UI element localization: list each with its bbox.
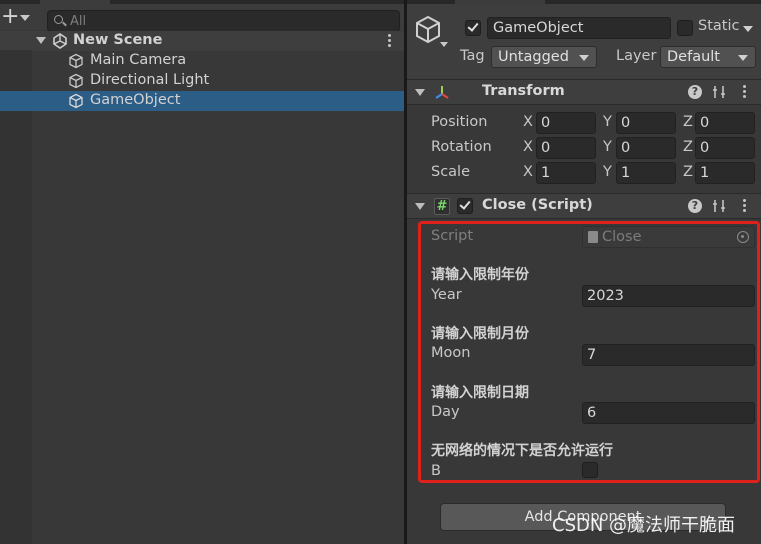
component-menu-icon[interactable] [743,85,747,99]
rotation-x-field[interactable]: 0 [536,137,596,159]
transform-axes-icon [435,86,449,99]
highlight-box [418,221,760,483]
scene-row[interactable]: New Scene [0,31,404,51]
checkmark-icon [467,20,479,32]
watermark: CSDN @魔法师干脆面 [552,515,736,536]
axis-y-label[interactable]: Y [603,114,612,130]
gameobject-name-field[interactable]: GameObject [487,17,671,39]
hierarchy-gutter [0,50,32,544]
rotation-y-field[interactable]: 0 [616,137,676,159]
tag-value: Untagged [498,49,569,65]
gameobject-cube-icon [69,73,83,89]
chevron-down-icon[interactable] [440,42,448,47]
chevron-down-icon [738,55,748,61]
foldout-arrow-icon[interactable] [36,37,46,44]
static-dropdown-caret[interactable] [743,26,753,32]
foldout-arrow-icon[interactable] [415,203,425,210]
scale-z-field[interactable]: 1 [695,162,755,184]
unity-scene-icon [53,33,67,49]
tag-label: Tag [460,48,485,64]
axis-z-label[interactable]: Z [683,114,693,130]
layer-label: Layer [616,48,657,64]
gameobject-cube-icon [69,93,83,109]
search-input[interactable] [70,12,390,30]
hierarchy-item-main-camera[interactable]: Main Camera [0,51,404,71]
layer-value: Default [667,49,720,65]
hierarchy-panel: + New Scene Main Camera Directional Ligh… [0,0,404,544]
axis-z-label[interactable]: Z [683,139,693,155]
hierarchy-search-field[interactable] [47,10,400,32]
component-enabled-toggle[interactable] [457,198,473,214]
hierarchy-item-label: Directional Light [90,72,210,88]
tag-dropdown[interactable]: Untagged [491,46,597,68]
help-icon[interactable]: ? [688,199,702,213]
rotation-label: Rotation [431,139,492,155]
create-dropdown-button[interactable]: + [0,6,36,30]
hierarchy-item-label: Main Camera [90,52,187,68]
scale-label: Scale [431,164,471,180]
position-y-field[interactable]: 0 [616,112,676,134]
scale-x-field[interactable]: 1 [536,162,596,184]
axis-z-label[interactable]: Z [683,164,693,180]
foldout-arrow-icon[interactable] [415,89,425,96]
hierarchy-item-label: GameObject [90,92,181,108]
rotation-z-field[interactable]: 0 [695,137,755,159]
close-script-title: Close (Script) [482,197,593,213]
static-label: Static [698,18,740,34]
hierarchy-toolbar: + [0,4,404,32]
gameobject-cube-icon[interactable] [414,15,442,45]
gameobject-header: GameObject Static Tag Untagged Layer Def… [407,4,761,82]
chevron-down-icon [579,55,589,61]
scene-menu-icon[interactable] [388,34,392,48]
transform-title: Transform [482,83,565,99]
hierarchy-item-gameobject[interactable]: GameObject [0,91,404,111]
active-toggle[interactable] [465,20,481,36]
transform-header[interactable]: Transform ? [407,79,761,105]
position-x-field[interactable]: 0 [536,112,596,134]
scale-y-field[interactable]: 1 [616,162,676,184]
axis-x-label[interactable]: X [523,164,533,180]
help-icon[interactable]: ? [688,85,702,99]
presets-icon[interactable] [712,199,726,213]
layer-dropdown[interactable]: Default [660,46,756,68]
position-label: Position [431,114,488,130]
position-z-field[interactable]: 0 [695,112,755,134]
chevron-down-icon [20,15,30,21]
csharp-script-icon: # [434,198,450,215]
plus-icon: + [1,4,20,29]
axis-x-label[interactable]: X [523,114,533,130]
gameobject-cube-icon [69,53,83,69]
component-menu-icon[interactable] [743,199,747,213]
scene-name: New Scene [73,32,163,48]
axis-y-label[interactable]: Y [603,164,612,180]
checkmark-icon [459,198,471,210]
presets-icon[interactable] [712,85,726,99]
axis-y-label[interactable]: Y [603,139,612,155]
static-toggle[interactable] [677,20,693,36]
inspector-panel: GameObject Static Tag Untagged Layer Def… [407,0,761,544]
axis-x-label[interactable]: X [523,139,533,155]
close-script-header[interactable]: # Close (Script) ? [407,193,761,219]
hierarchy-item-directional-light[interactable]: Directional Light [0,71,404,91]
